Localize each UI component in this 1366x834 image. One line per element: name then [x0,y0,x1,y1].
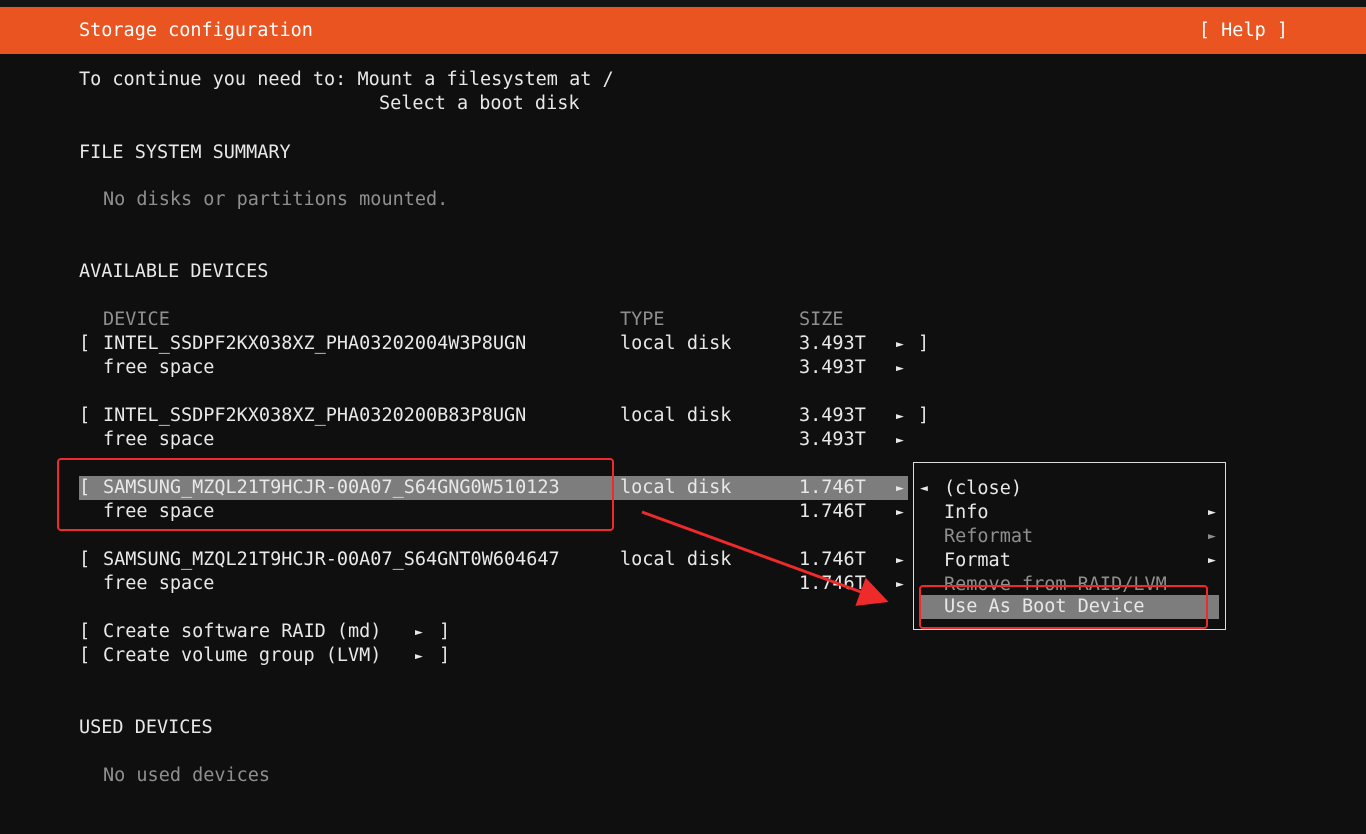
annotation-arrow-icon [641,510,889,606]
